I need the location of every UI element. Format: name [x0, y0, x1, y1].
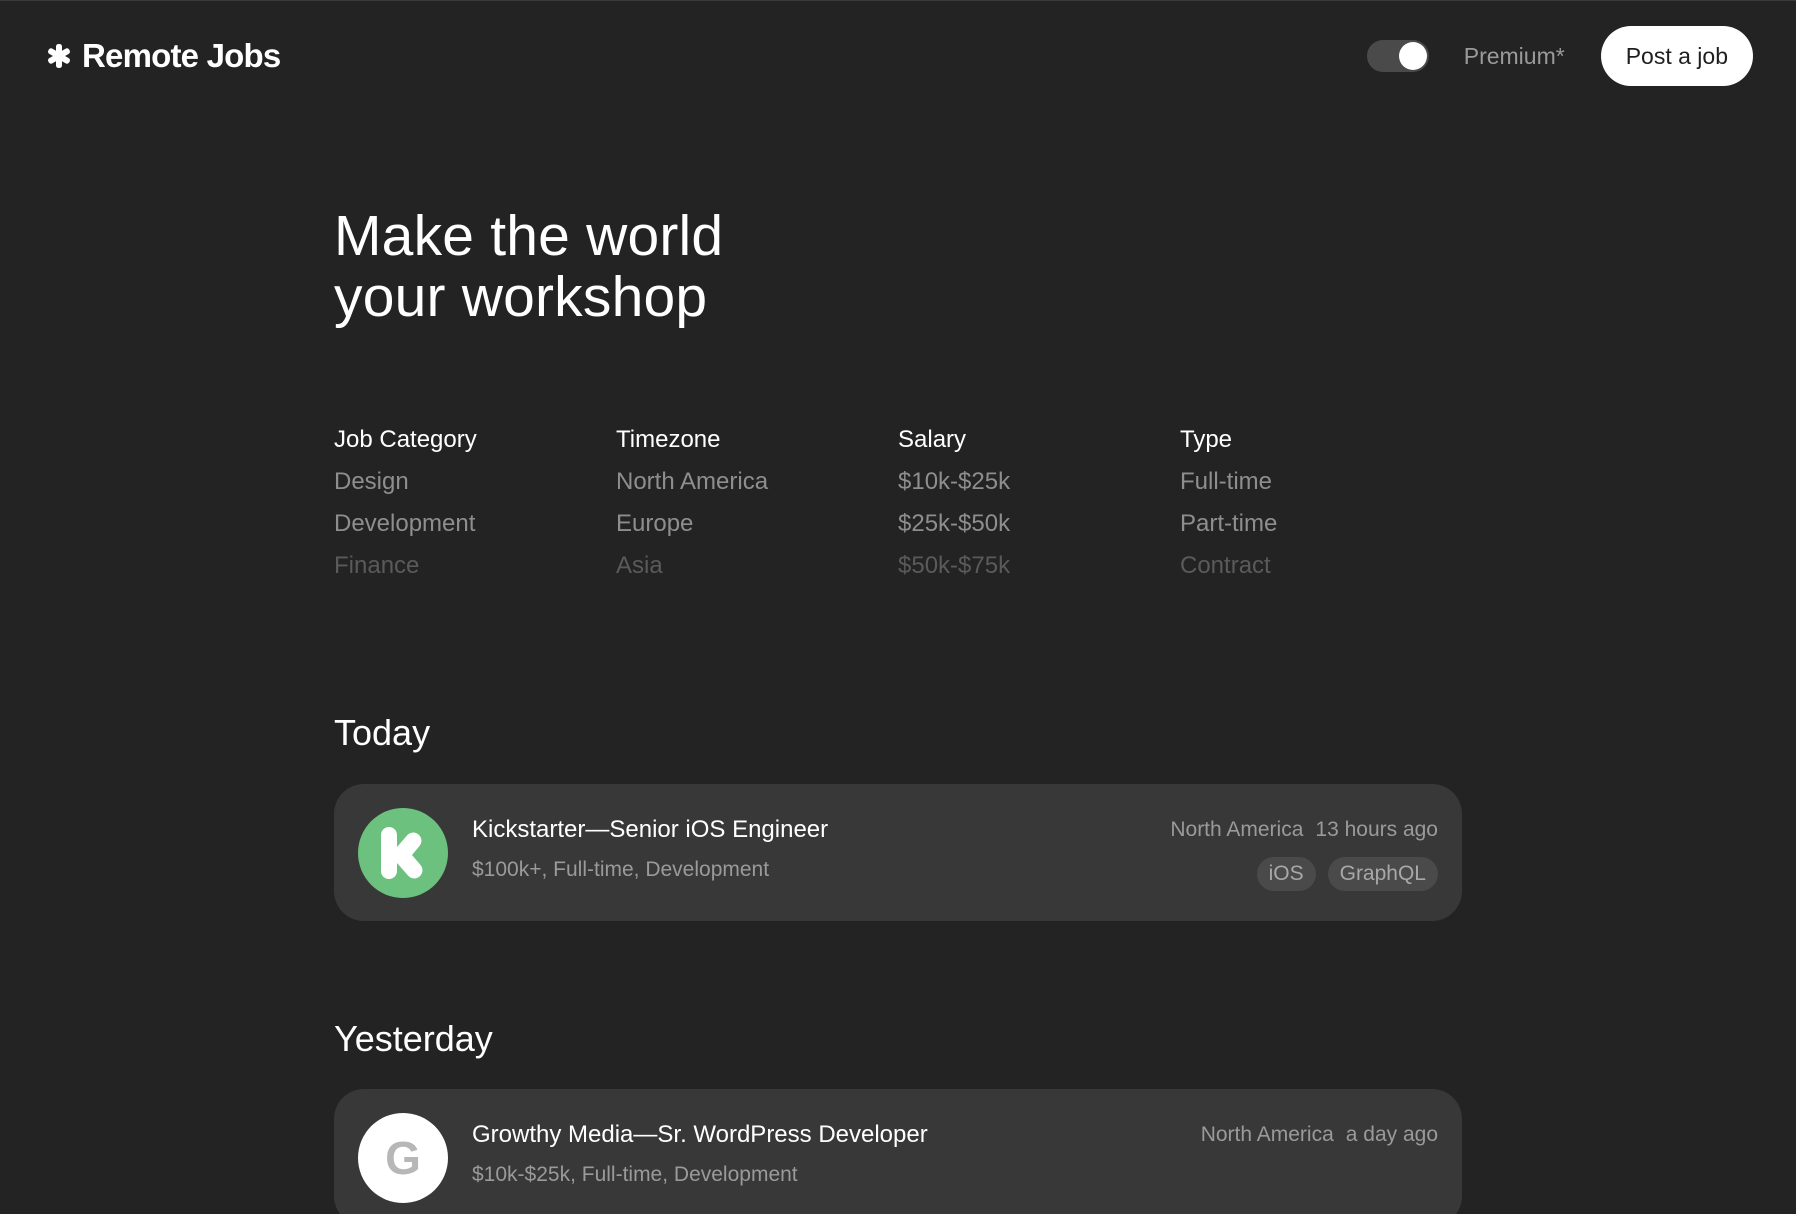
company-logo: G [358, 1113, 448, 1203]
job-title: Growthy Media—Sr. WordPress Developer [472, 1121, 928, 1148]
job-card[interactable]: G Growthy Media—Sr. WordPress Developer … [334, 1089, 1462, 1214]
filter-type: Type Full-time Part-time Contract [1180, 424, 1462, 592]
filter-option-part-time[interactable]: Part-time [1180, 508, 1462, 540]
company-name: Kickstarter [472, 816, 586, 843]
asterisk-icon [46, 43, 72, 69]
filter-option-development[interactable]: Development [334, 508, 616, 540]
logo-letter: G [385, 1132, 421, 1184]
job-posted-time: 13 hours ago [1315, 818, 1438, 841]
filter-option-full-time[interactable]: Full-time [1180, 466, 1462, 498]
filter-option-finance[interactable]: Finance [334, 550, 616, 582]
company-logo [358, 808, 448, 898]
filter-option-10k-25k[interactable]: $10k-$25k [898, 466, 1180, 498]
filters: Job Category Design Development Finance … [334, 424, 1462, 592]
filter-option-europe[interactable]: Europe [616, 508, 898, 540]
hero-title-line-2: your workshop [334, 265, 708, 329]
premium-toggle[interactable] [1366, 40, 1429, 72]
filter-timezone: Timezone North America Europe Asia [616, 424, 898, 592]
company-name: Growthy Media [472, 1121, 634, 1148]
brand-name: Remote Jobs [82, 37, 281, 74]
job-region: North America [1200, 1123, 1334, 1146]
filter-option-50k-75k[interactable]: $50k-$75k [898, 550, 1180, 582]
page: Remote Jobs Premium* Post a job Make the… [0, 0, 1796, 1214]
job-details: North America a day ago [1201, 1123, 1438, 1147]
filter-option-design[interactable]: Design [334, 466, 616, 498]
hero-title-line-1: Make the world [334, 204, 724, 268]
job-meta: $10k-$25k, Full-time, Development [472, 1163, 798, 1186]
premium-label: Premium* [1463, 42, 1565, 69]
filter-heading: Salary [898, 426, 967, 453]
section-title-yesterday: Yesterday [334, 1018, 493, 1059]
tag-ios[interactable]: iOS [1256, 857, 1316, 891]
filter-heading: Type [1180, 426, 1233, 453]
filter-heading: Job Category [334, 426, 477, 453]
job-meta: $100k+, Full-time, Development [472, 858, 770, 881]
kickstarter-k-icon [381, 827, 423, 879]
role-title: Senior iOS Engineer [609, 816, 829, 843]
job-tags: iOS GraphQL [1256, 857, 1438, 891]
job-card[interactable]: Kickstarter—Senior iOS Engineer $100k+, … [334, 784, 1462, 921]
filter-job-category: Job Category Design Development Finance [334, 424, 616, 592]
tag-graphql[interactable]: GraphQL [1327, 857, 1438, 891]
job-details: North America 13 hours ago [1170, 818, 1438, 842]
job-region: North America [1170, 818, 1304, 841]
header: Remote Jobs Premium* Post a job [0, 1, 1796, 111]
filter-heading: Timezone [616, 426, 721, 453]
job-posted-time: a day ago [1345, 1123, 1438, 1146]
role-title: Sr. WordPress Developer [657, 1121, 928, 1148]
filter-option-north-america[interactable]: North America [616, 466, 898, 498]
section-title-today: Today [334, 712, 431, 753]
filter-option-25k-50k[interactable]: $25k-$50k [898, 508, 1180, 540]
filter-salary: Salary $10k-$25k $25k-$50k $50k-$75k [898, 424, 1180, 592]
job-title: Kickstarter—Senior iOS Engineer [472, 816, 829, 843]
toggle-knob [1398, 42, 1427, 70]
filter-option-asia[interactable]: Asia [616, 550, 898, 582]
brand[interactable]: Remote Jobs [46, 37, 281, 75]
filter-option-contract[interactable]: Contract [1180, 550, 1462, 582]
hero-title: Make the world your workshop [334, 206, 1034, 328]
post-a-job-button[interactable]: Post a job [1600, 26, 1753, 86]
header-actions: Premium* Post a job [1366, 26, 1753, 86]
